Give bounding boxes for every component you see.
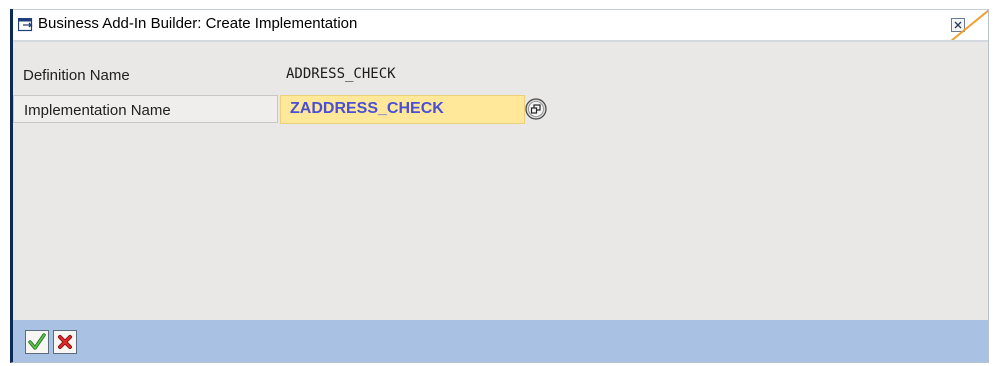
definition-name-value: ADDRESS_CHECK (286, 66, 396, 82)
cancel-x-icon (58, 335, 72, 349)
title-divider (13, 40, 988, 42)
title-bar: Business Add-In Builder: Create Implemen… (13, 9, 988, 41)
create-implementation-dialog: Business Add-In Builder: Create Implemen… (10, 9, 989, 363)
definition-name-label: Definition Name (23, 67, 130, 84)
f4-value-help-icon (525, 98, 547, 120)
dialog-window-icon (17, 17, 34, 32)
dialog-footer (13, 320, 988, 362)
cancel-button[interactable] (53, 330, 77, 354)
confirm-button[interactable] (25, 330, 49, 354)
implementation-name-row: Implementation Name ZADDRESS_CHECK (13, 95, 613, 124)
f4-value-help-button[interactable] (525, 98, 547, 120)
implementation-name-label: Implementation Name (24, 102, 171, 119)
dialog-title: Business Add-In Builder: Create Implemen… (38, 15, 358, 32)
implementation-name-label-box: Implementation Name (13, 95, 278, 123)
definition-name-row: Definition Name ADDRESS_CHECK (13, 61, 613, 89)
title-accent-decoration (950, 10, 988, 41)
implementation-name-value: ZADDRESS_CHECK (290, 100, 444, 117)
checkmark-icon (28, 333, 46, 350)
